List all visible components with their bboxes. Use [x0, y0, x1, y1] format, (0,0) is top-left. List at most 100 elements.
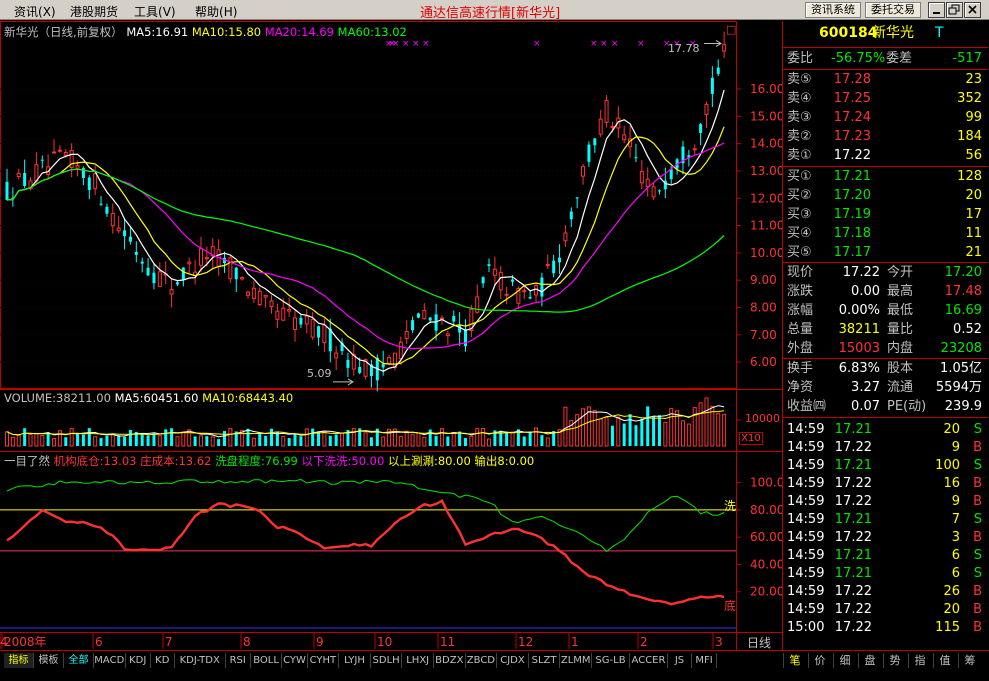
- event-marker: ×: [611, 39, 619, 49]
- restore-button[interactable]: [946, 2, 963, 18]
- date-label: 6: [95, 635, 103, 649]
- indicator-tab-accer[interactable]: ACCER: [630, 653, 668, 668]
- tick-row[interactable]: 14:59 17.22 16 B: [783, 475, 988, 493]
- buy-level[interactable]: 买① 17.21 128: [783, 168, 988, 186]
- tick-time: 14:59: [787, 602, 825, 617]
- right-tab-7[interactable]: 筹: [958, 653, 981, 668]
- sell-level[interactable]: 卖④ 17.25 352: [783, 90, 988, 108]
- indicator-tab-boll[interactable]: BOLL: [251, 653, 283, 668]
- right-tab-2[interactable]: 细: [833, 653, 856, 668]
- close-button[interactable]: [964, 2, 981, 18]
- right-tab-3[interactable]: 盘: [858, 653, 881, 668]
- kline-chart[interactable]: ××× × × × × × × × × × × × 16.0015.0014.0013.0012.00…: [0, 21, 782, 650]
- indicator-tab-kd[interactable]: KD: [151, 653, 175, 668]
- sell-level[interactable]: 卖⑤ 17.28 23: [783, 71, 988, 89]
- candle-body: [240, 277, 245, 280]
- quote-stat-value: 17.20: [944, 265, 982, 280]
- tick-time: 14:59: [787, 530, 825, 545]
- legend-stock-name: 新华光（日线,前复权）: [4, 25, 123, 39]
- right-tab-6[interactable]: 值: [933, 653, 956, 668]
- sell-level[interactable]: 卖③ 17.24 99: [783, 109, 988, 127]
- tick-row[interactable]: 14:59 17.21 100 S: [783, 457, 988, 475]
- trade-order-button[interactable]: 委托交易: [865, 2, 921, 18]
- candle-body: [587, 144, 591, 162]
- indicator-tab-kdj-tdx[interactable]: KDJ-TDX: [175, 653, 226, 668]
- period-label[interactable]: 日线: [747, 634, 771, 651]
- indicator-tab-lhxj[interactable]: LHXJ: [402, 653, 434, 668]
- tick-row[interactable]: 14:59 17.21 6 S: [783, 565, 988, 583]
- buy-level[interactable]: 买② 17.20 20: [783, 187, 988, 205]
- buy-level[interactable]: 买④ 17.18 11: [783, 225, 988, 243]
- indicator-tab-zbcd[interactable]: ZBCD: [466, 653, 498, 668]
- tick-row[interactable]: 15:00 17.22 115 B: [783, 619, 988, 637]
- candle-body: [581, 166, 586, 177]
- info-system-button[interactable]: 资讯系统: [805, 2, 861, 18]
- tick-row[interactable]: 14:59 17.21 20 S: [783, 421, 988, 439]
- indicator-tab-cjdx[interactable]: CJDX: [497, 653, 529, 668]
- tick-row[interactable]: 14:59 17.22 9 B: [783, 439, 988, 457]
- financial-stat-label: 换手: [787, 361, 814, 376]
- indicator-tab-sg-lb[interactable]: SG-LB: [592, 653, 630, 668]
- menu-item-help[interactable]: 帮助(H): [195, 3, 237, 20]
- indicator-tab-zlmm[interactable]: ZLMM: [560, 653, 592, 668]
- indicator-tab-sdlh[interactable]: SDLH: [371, 653, 403, 668]
- volume-bar: [422, 436, 427, 447]
- candle-body: [287, 309, 292, 312]
- indicator-tab-rsi[interactable]: RSI: [226, 653, 251, 668]
- right-tab-4[interactable]: 势: [883, 653, 906, 668]
- right-tab-5[interactable]: 指: [908, 653, 931, 668]
- buy-level-price: 17.21: [833, 169, 871, 184]
- indicator-tab-mfi[interactable]: MFI: [692, 653, 718, 668]
- indicator-tab-bdzx[interactable]: BDZX: [434, 653, 466, 668]
- candle-body: [540, 277, 544, 297]
- buy-level[interactable]: 买③ 17.19 17: [783, 206, 988, 224]
- tick-price: 17.21: [834, 548, 872, 563]
- tick-row[interactable]: 14:59 17.22 20 B: [783, 601, 988, 619]
- quote-stat-label: 总量: [787, 322, 814, 337]
- sell-level-volume: 99: [965, 110, 982, 125]
- tick-time: 14:59: [787, 440, 825, 455]
- indicator-tab-kdj[interactable]: KDJ: [126, 653, 151, 668]
- candle-body: [487, 264, 491, 267]
- indicator-tab-cyht[interactable]: CYHT: [308, 653, 340, 668]
- tick-row[interactable]: 14:59 17.22 9 B: [783, 493, 988, 511]
- minimize-button[interactable]: [928, 2, 945, 18]
- sell-level[interactable]: 卖① 17.22 56: [783, 147, 988, 165]
- window-title: 通达信高速行情[新华光]: [420, 6, 561, 21]
- minimize-icon: [933, 12, 940, 14]
- event-marker: ×: [402, 39, 410, 49]
- right-tab-1[interactable]: 价: [808, 653, 831, 668]
- indicator-tab-macd[interactable]: MACD: [94, 653, 126, 668]
- candle-body: [105, 206, 109, 214]
- right-tab-0[interactable]: 笔: [783, 653, 806, 668]
- menu-item-hk-futures[interactable]: 港股期货: [70, 3, 118, 20]
- candle-body: [87, 177, 91, 191]
- tick-row[interactable]: 14:59 17.21 7 S: [783, 511, 988, 529]
- indicator-tab-指标[interactable]: 指标: [4, 653, 34, 668]
- tick-price: 17.21: [834, 458, 872, 473]
- indicator-tab-js[interactable]: JS: [668, 653, 692, 668]
- chart-corner-box[interactable]: □: [726, 23, 736, 36]
- tick-row[interactable]: 14:59 17.21 6 S: [783, 547, 988, 565]
- buy-level[interactable]: 买⑤ 17.17 21: [783, 244, 988, 262]
- menu-item-info[interactable]: 资讯(X): [14, 3, 56, 20]
- candle-body: [346, 359, 350, 368]
- indicator-tab-cyw[interactable]: CYW: [282, 653, 308, 668]
- tick-row[interactable]: 14:59 17.22 26 B: [783, 583, 988, 601]
- tick-price: 17.22: [834, 602, 872, 617]
- indicator-tab-lyjh[interactable]: LYJH: [339, 653, 371, 668]
- menu-item-tools[interactable]: 工具(V): [134, 3, 176, 20]
- volume-bar: [46, 432, 50, 446]
- tick-volume: 3: [951, 530, 960, 545]
- volume-bar: [140, 433, 144, 446]
- quote-stat-label: 内盘: [887, 341, 914, 356]
- quote-stat-value: 17.48: [944, 284, 982, 299]
- sell-level[interactable]: 卖② 17.23 184: [783, 128, 988, 146]
- indicator-tick-label: 80.00: [750, 503, 782, 517]
- tick-row[interactable]: 14:59 17.22 3 B: [783, 529, 988, 547]
- candle-body: [381, 363, 385, 368]
- indicator-tab-全部[interactable]: 全部: [64, 653, 94, 668]
- indicator-tab-模板[interactable]: 模板: [34, 653, 64, 668]
- indicator-tab-slzt[interactable]: SLZT: [529, 653, 561, 668]
- price-tick-label: 10.00: [750, 246, 782, 260]
